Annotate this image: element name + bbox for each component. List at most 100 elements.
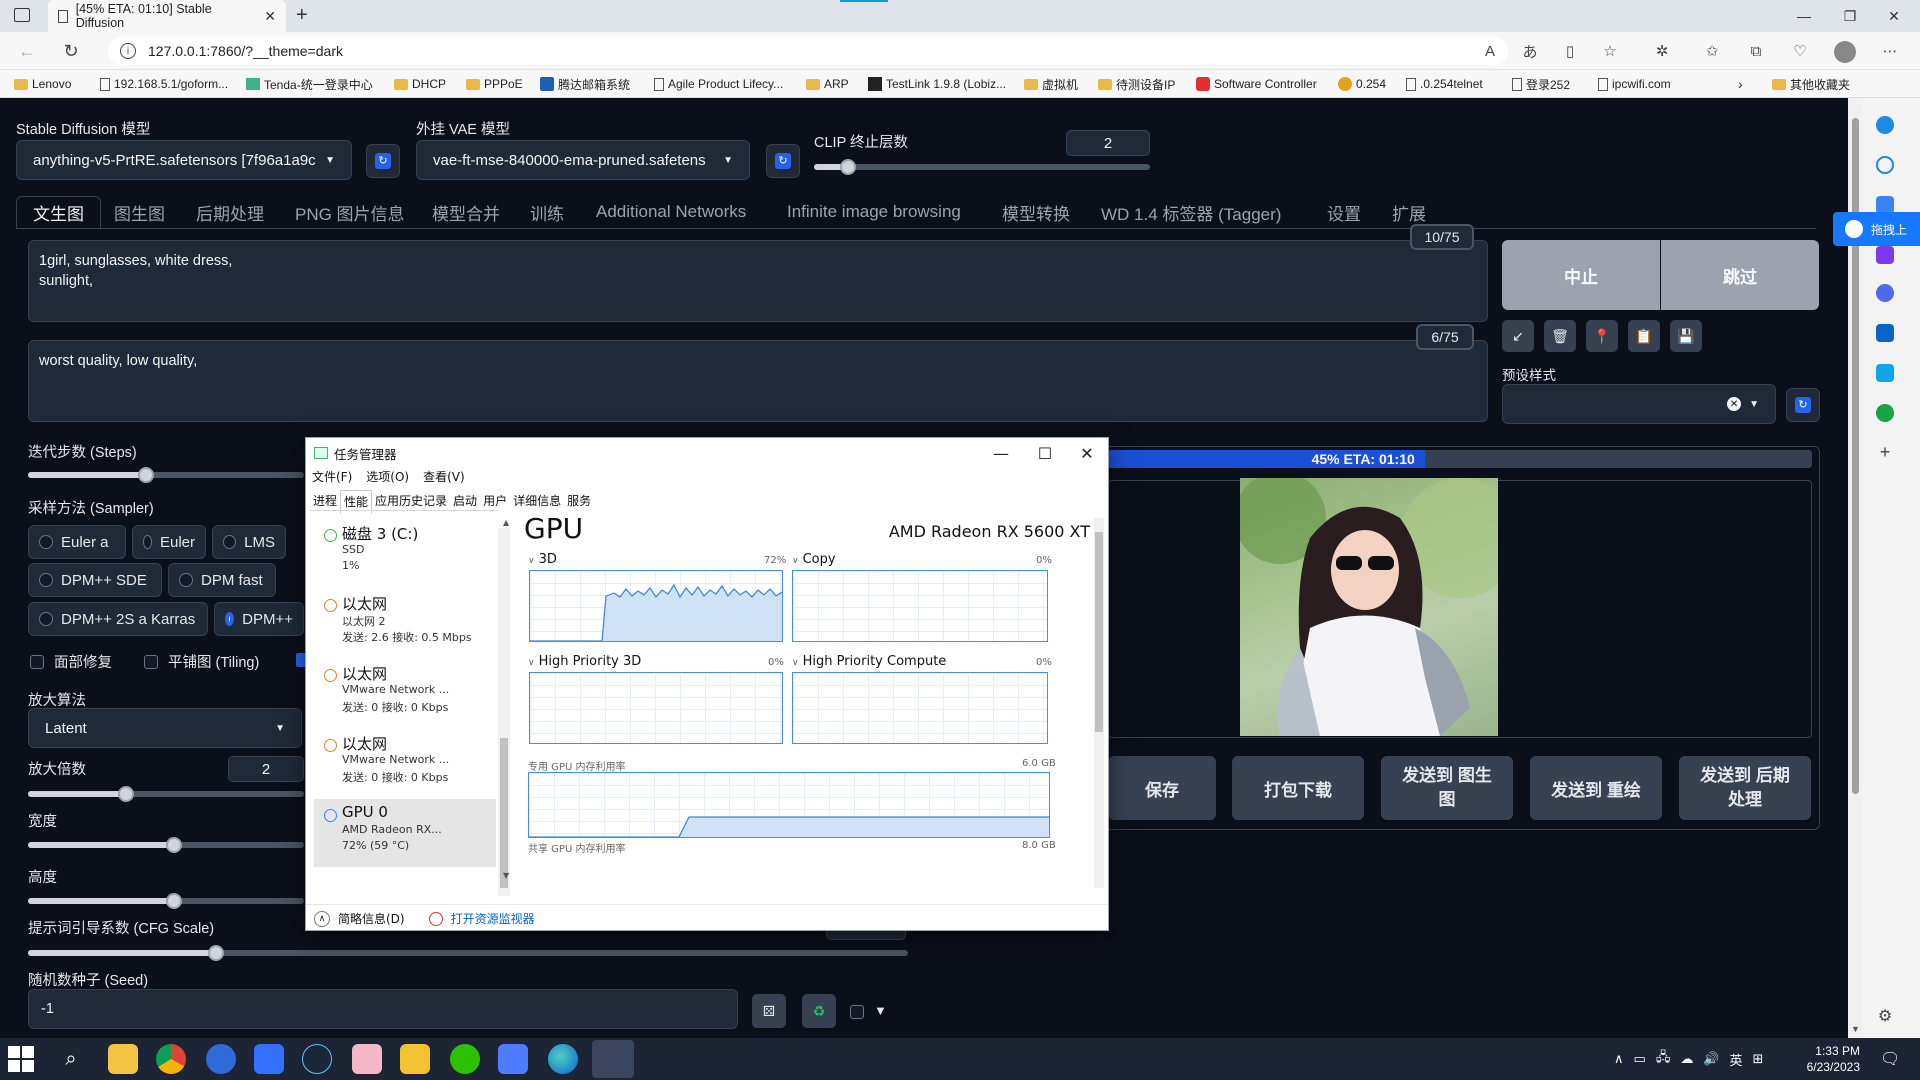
- more-menu-icon[interactable]: ⋯: [1880, 41, 1900, 61]
- upscale-by-input[interactable]: 2: [228, 756, 304, 782]
- bookmark-item[interactable]: 其他收藏夹: [1772, 75, 1850, 93]
- fewer-details-link[interactable]: 简略信息(D): [338, 910, 405, 927]
- extra-networks-icon[interactable]: 📍: [1586, 320, 1618, 352]
- keyboard-grid-icon[interactable]: ⊞: [1753, 1051, 1764, 1067]
- upscale-by-slider-thumb[interactable]: [118, 786, 134, 802]
- volume-icon[interactable]: 🔊: [1703, 1051, 1719, 1067]
- tree-icon[interactable]: [1876, 404, 1894, 422]
- bookmark-item[interactable]: Tenda-统一登录中心: [246, 75, 373, 93]
- clock[interactable]: 1:33 PM 6/23/2023: [1790, 1038, 1860, 1080]
- bookmark-item[interactable]: Software Controller: [1196, 75, 1317, 93]
- tm-list-item-ethernet[interactable]: 以太网 VMware Network ... 发送: 0 接收: 0 Kbps: [314, 729, 496, 797]
- address-input[interactable]: i 127.0.0.1:7860/?__theme=dark: [108, 37, 1508, 65]
- edge-dev-icon[interactable]: [206, 1044, 236, 1074]
- browser-essentials-icon[interactable]: ♡: [1790, 41, 1810, 61]
- tab-infinite-image-browsing[interactable]: Infinite image browsing: [787, 196, 961, 228]
- notes-app-icon[interactable]: [498, 1044, 528, 1074]
- translate-icon[interactable]: あ: [1520, 41, 1540, 61]
- new-tab-button[interactable]: +: [296, 4, 308, 27]
- open-resource-monitor-link[interactable]: 打开资源监视器: [451, 910, 535, 927]
- tm-main-scroll-thumb[interactable]: [1095, 532, 1103, 732]
- bookmark-item[interactable]: 0.254: [1338, 75, 1386, 93]
- zip-download-button[interactable]: 打包下载: [1232, 756, 1364, 820]
- cfg-slider-thumb[interactable]: [208, 945, 224, 961]
- back-icon[interactable]: ←: [16, 40, 38, 62]
- tab-png-info[interactable]: PNG 图片信息: [295, 196, 405, 228]
- tm-menu-view[interactable]: 查看(V): [423, 468, 465, 485]
- office-icon[interactable]: [1876, 284, 1894, 302]
- tray-overflow-chevron-icon[interactable]: ∧: [1614, 1051, 1624, 1067]
- tm-menu-options[interactable]: 选项(O): [366, 468, 409, 485]
- bookmark-item[interactable]: Agile Product Lifecy...: [654, 75, 783, 93]
- tab-img2img[interactable]: 图生图: [114, 196, 165, 228]
- sampler-option-selected[interactable]: DPM++: [214, 602, 304, 636]
- task-manager-taskbar-icon[interactable]: [592, 1040, 634, 1078]
- notifications-icon[interactable]: 🗨: [1880, 1038, 1900, 1080]
- notification-bell-icon[interactable]: [1876, 116, 1894, 134]
- graph-hp3d-label[interactable]: ∨ High Priority 3D: [528, 654, 641, 669]
- add-plus-icon[interactable]: +: [1876, 443, 1894, 462]
- tm-list-item-ethernet[interactable]: 以太网 以太网 2 发送: 2.6 接收: 0.5 Mbps: [314, 589, 496, 657]
- bookmark-item[interactable]: 虚拟机: [1024, 75, 1078, 93]
- extra-seed-checkbox[interactable]: [850, 1005, 864, 1019]
- vae-dropdown[interactable]: vae-ft-mse-840000-ema-pruned.safetens ▼: [416, 140, 750, 180]
- extra-seed-triangle-icon[interactable]: ▼: [874, 1003, 887, 1018]
- clip-slider-thumb[interactable]: [839, 159, 856, 175]
- more-bookmarks-chevron-icon[interactable]: ›: [1738, 75, 1743, 93]
- send-to-img2img-button[interactable]: 发送到 图生图: [1381, 756, 1513, 820]
- network-icon[interactable]: 🖧: [1656, 1048, 1671, 1070]
- outlook-icon[interactable]: [1876, 324, 1894, 342]
- tm-list-item-gpu-selected[interactable]: GPU 0 AMD Radeon RX... 72% (59 °C): [314, 799, 496, 867]
- tray-app-icon[interactable]: ▭: [1634, 1051, 1646, 1067]
- tab-model-converter[interactable]: 模型转换: [1002, 196, 1070, 228]
- file-explorer-icon[interactable]: [108, 1044, 138, 1074]
- windows-start-icon[interactable]: [8, 1046, 34, 1072]
- minimize-icon[interactable]: —: [1784, 4, 1824, 28]
- tm-list-scroll-up-icon[interactable]: ▲: [503, 518, 509, 527]
- bookmark-item[interactable]: TestLink 1.9.8 (Lobiz...: [868, 75, 1006, 93]
- tab-train[interactable]: 训练: [530, 196, 564, 228]
- search-icon[interactable]: [1876, 156, 1894, 174]
- sampler-option[interactable]: LMS: [212, 525, 286, 559]
- tab-extras[interactable]: 后期处理: [196, 196, 264, 228]
- height-slider-thumb[interactable]: [166, 893, 182, 909]
- refresh-styles-button[interactable]: ↻: [1786, 388, 1820, 422]
- sampler-option[interactable]: Euler: [132, 525, 206, 559]
- reuse-seed-recycle-icon[interactable]: ♻: [802, 994, 836, 1028]
- graph-hpc-label[interactable]: ∨ High Priority Compute: [792, 654, 946, 669]
- browser-tab-active[interactable]: [45% ETA: 01:10] Stable Diffusion ✕: [48, 0, 286, 32]
- collections-icon[interactable]: ⧉: [1746, 41, 1766, 61]
- tiling-checkbox[interactable]: 平铺图 (Tiling): [144, 651, 259, 672]
- random-seed-dice-icon[interactable]: ⚄: [752, 994, 786, 1028]
- extensions-icon[interactable]: ✲: [1652, 41, 1672, 61]
- skip-button[interactable]: 跳过: [1661, 240, 1819, 310]
- wechat-icon[interactable]: [450, 1044, 480, 1074]
- negative-prompt-textarea[interactable]: worst quality, low quality,: [28, 340, 1488, 422]
- refresh-icon[interactable]: ↻: [60, 40, 82, 62]
- save-button[interactable]: 保存: [1108, 756, 1216, 820]
- scroll-down-arrow-icon[interactable]: ▼: [1851, 1024, 1860, 1034]
- ime-indicator[interactable]: 英: [1730, 1050, 1743, 1069]
- bookmark-item[interactable]: DHCP: [394, 75, 446, 93]
- sampler-option[interactable]: DPM++ 2S a Karras: [28, 602, 208, 636]
- bookmark-item[interactable]: PPPoE: [466, 75, 523, 93]
- tm-menu-file[interactable]: 文件(F): [312, 468, 352, 485]
- favorites-icon[interactable]: ✩: [1702, 41, 1722, 61]
- refresh-model-button[interactable]: ↻: [366, 144, 400, 178]
- steps-slider-thumb[interactable]: [138, 467, 154, 483]
- tm-list-scrollbar[interactable]: [498, 528, 510, 896]
- style-dropdown[interactable]: ✕ ▼: [1502, 384, 1776, 424]
- tm-close-icon[interactable]: ✕: [1064, 438, 1110, 468]
- clear-x-icon[interactable]: ✕: [1727, 397, 1742, 411]
- seed-input[interactable]: -1: [28, 989, 738, 1029]
- anime-app-icon[interactable]: [352, 1044, 382, 1074]
- width-slider-thumb[interactable]: [166, 837, 182, 853]
- edge-icon[interactable]: [548, 1044, 578, 1074]
- tm-list-item-disk[interactable]: 磁盘 3 (C:) SSD 1%: [314, 519, 496, 587]
- tm-list-scroll-thumb[interactable]: [500, 738, 508, 888]
- bookmark-item[interactable]: 待测设备IP: [1098, 75, 1175, 93]
- drag-upload-tab[interactable]: 拖拽上: [1833, 212, 1920, 246]
- prompt-textarea[interactable]: 1girl, sunglasses, white dress, sunlight…: [28, 240, 1488, 322]
- bookmark-item[interactable]: 腾达邮箱系统: [540, 75, 630, 93]
- sampler-option[interactable]: Euler a: [28, 525, 126, 559]
